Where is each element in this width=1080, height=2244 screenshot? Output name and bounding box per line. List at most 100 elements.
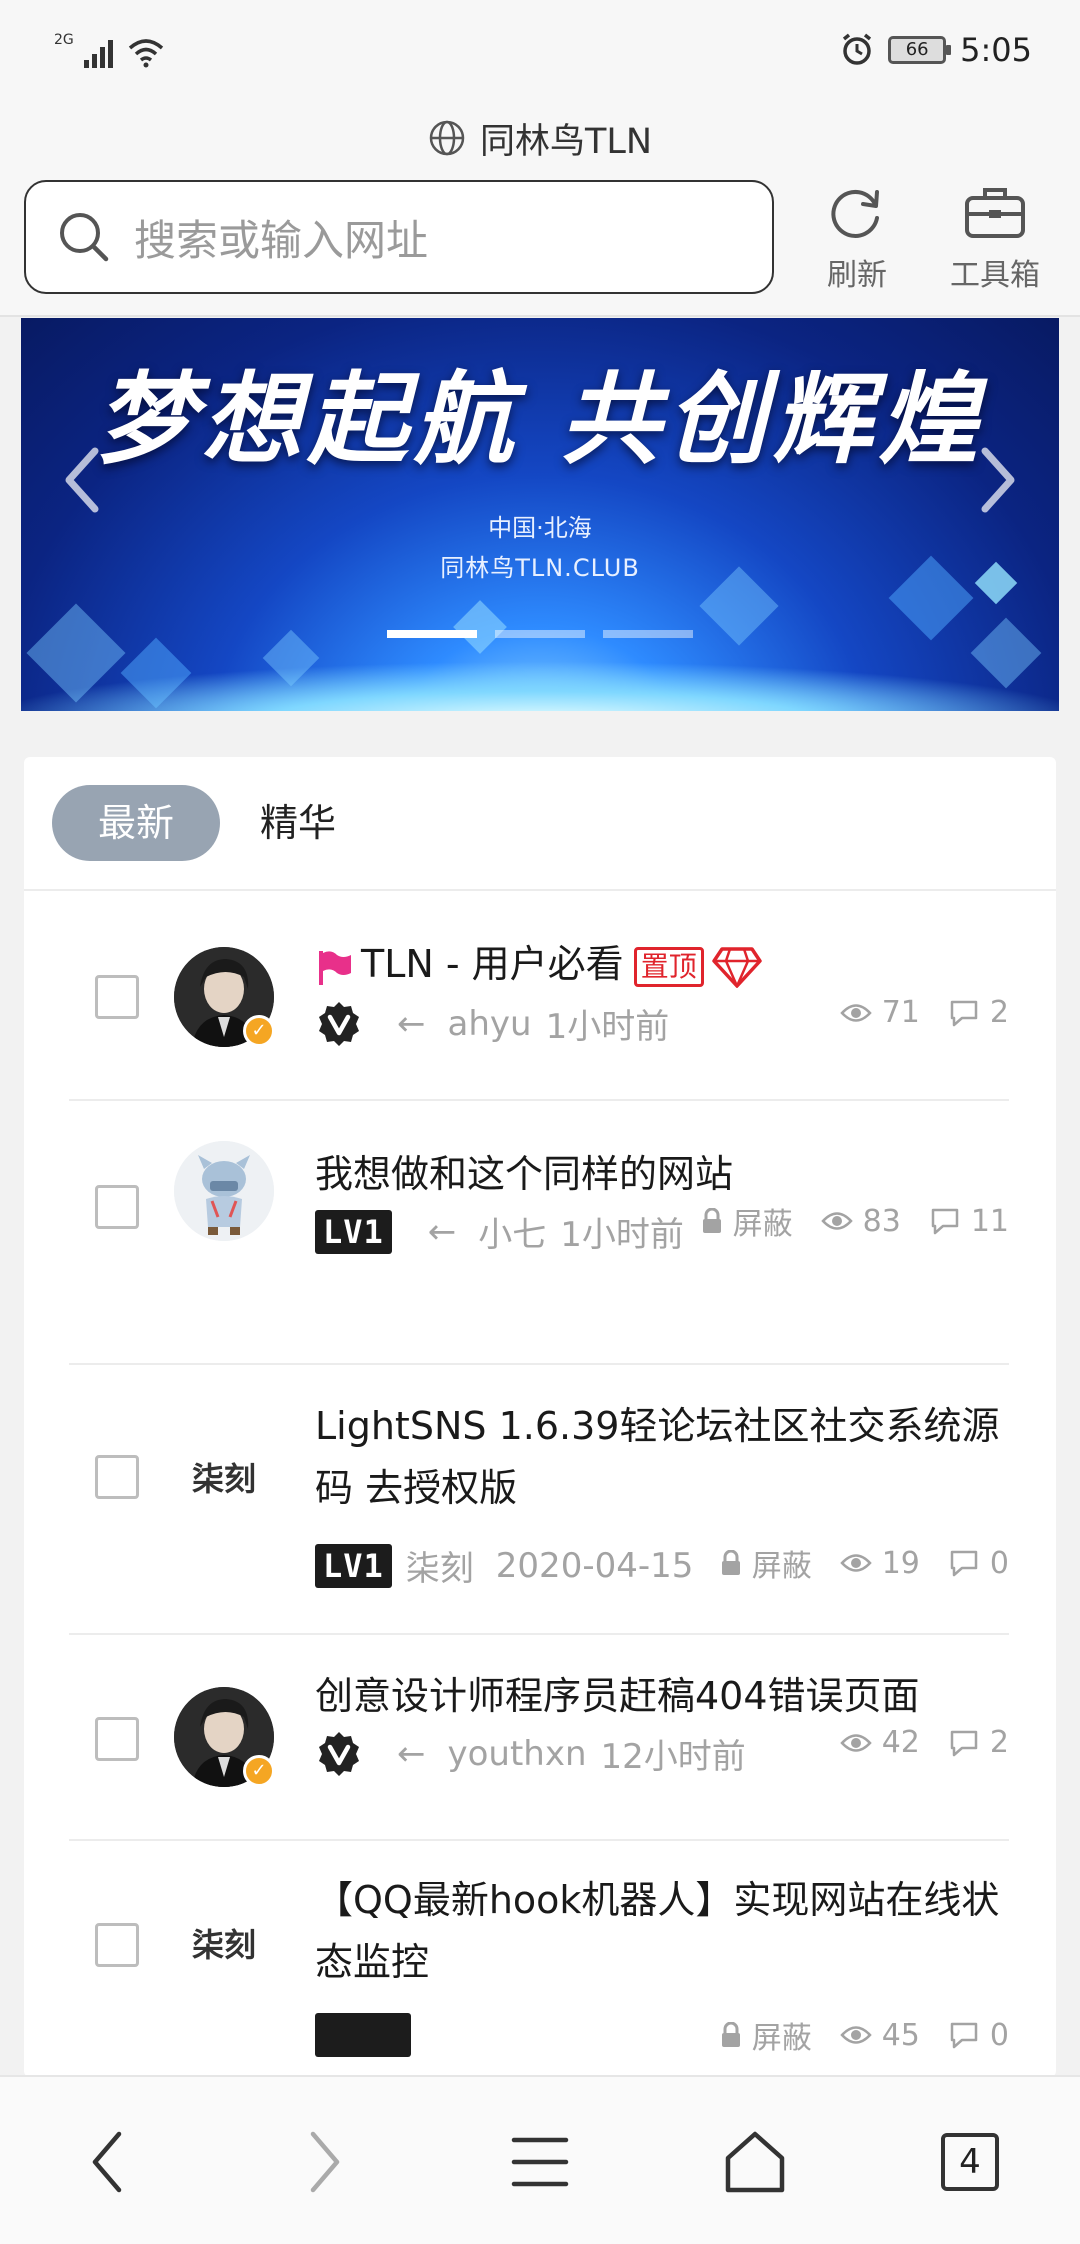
level-badge: LV1 bbox=[315, 1209, 392, 1254]
author-name[interactable]: ahyu bbox=[448, 1004, 532, 1044]
post-title-text: LightSNS 1.6.39轻论坛社区社交系统源码 去授权版 bbox=[315, 1404, 1000, 1510]
post-time: 1小时前 bbox=[560, 1215, 684, 1255]
comment-icon bbox=[950, 1730, 978, 1756]
author-name[interactable]: youthxn bbox=[448, 1734, 587, 1774]
post-title-text: TLN - 用户必看 bbox=[361, 942, 624, 986]
feed-tabs: 最新 精华 bbox=[24, 757, 1056, 891]
view-count: 45 bbox=[881, 2017, 920, 2053]
comment-icon bbox=[931, 1208, 959, 1235]
banner-next-button[interactable] bbox=[969, 438, 1029, 538]
reply-arrow: ← bbox=[427, 1211, 457, 1252]
post-title[interactable]: 创意设计师程序员赶稿404错误页面 bbox=[315, 1665, 1009, 1727]
tab-latest[interactable]: 最新 bbox=[52, 785, 220, 861]
search-input[interactable]: 搜索或输入网址 bbox=[24, 180, 774, 294]
refresh-button[interactable]: 刷新 bbox=[797, 182, 917, 294]
block-label[interactable]: 屏蔽 bbox=[733, 1199, 793, 1243]
post-title[interactable]: LightSNS 1.6.39轻论坛社区社交系统源码 去授权版 bbox=[315, 1395, 1009, 1519]
post-checkbox[interactable] bbox=[95, 1717, 139, 1761]
post-checkbox[interactable] bbox=[95, 1185, 139, 1229]
avatar[interactable] bbox=[174, 1141, 274, 1241]
bottom-nav: 4 bbox=[0, 2075, 1080, 2244]
block-label[interactable]: 屏蔽 bbox=[752, 2013, 812, 2057]
search-icon bbox=[60, 213, 109, 262]
toolbox-button[interactable]: 工具箱 bbox=[935, 182, 1055, 294]
eye-icon bbox=[840, 1733, 872, 1752]
comment-count: 2 bbox=[989, 995, 1009, 1030]
banner-decoration bbox=[453, 600, 507, 654]
lock-icon bbox=[721, 1550, 740, 1575]
hero-banner[interactable]: 梦想起航 共创辉煌 中国·北海 同林鸟TLN.CLUB bbox=[21, 318, 1059, 711]
banner-location: 中国·北海 bbox=[488, 514, 592, 542]
list-item[interactable]: 柒刻 【QQ最新hook机器人】实现网站在线状态监控 屏蔽 45 0 bbox=[69, 1841, 1009, 2077]
comment-icon bbox=[950, 2022, 978, 2049]
list-item[interactable]: ✓ TLN - 用户必看 置顶 ← ahyu 1小时前 71 2 bbox=[69, 891, 1009, 1101]
toolbox-label: 工具箱 bbox=[950, 258, 1040, 293]
feed-card: 最新 精华 ✓ TLN - 用户必看 置顶 ← ahyu 1小时前 71 2 我… bbox=[24, 757, 1056, 2077]
chevron-left-icon bbox=[65, 447, 99, 513]
flag-icon bbox=[319, 950, 351, 985]
tab-count: 4 bbox=[941, 2133, 999, 2191]
home-icon bbox=[725, 2131, 785, 2193]
banner-prev-button[interactable] bbox=[51, 438, 111, 538]
post-stats: 71 2 bbox=[840, 995, 1009, 1030]
post-stats: 屏蔽 19 0 bbox=[720, 1541, 1009, 1585]
comment-count: 0 bbox=[989, 1545, 1009, 1581]
clock: 5:05 bbox=[960, 31, 1032, 69]
status-right: 66 5:05 bbox=[840, 28, 1032, 72]
author-name[interactable]: 小七 bbox=[478, 1207, 546, 1256]
post-meta: LV1 柒刻 2020-04-15 bbox=[315, 1541, 693, 1590]
eye-icon bbox=[840, 1554, 872, 1572]
tab-featured[interactable]: 精华 bbox=[260, 785, 336, 861]
post-time: 12小时前 bbox=[600, 1737, 746, 1777]
verified-badge: ✓ bbox=[243, 1015, 275, 1047]
toolbox-icon bbox=[965, 188, 1025, 238]
view-count: 19 bbox=[881, 1545, 920, 1581]
wifi-icon bbox=[128, 39, 163, 68]
battery-indicator: 66 bbox=[888, 36, 952, 64]
author-name[interactable]: 柒刻 bbox=[406, 1541, 474, 1590]
home-button[interactable] bbox=[710, 2117, 800, 2207]
banner-headline: 梦想起航 共创辉煌 bbox=[95, 360, 985, 478]
block-label[interactable]: 屏蔽 bbox=[752, 1541, 812, 1585]
comment-count: 2 bbox=[989, 1725, 1009, 1760]
avatar[interactable]: 柒刻 bbox=[174, 1427, 274, 1527]
banner-dot[interactable] bbox=[603, 630, 693, 638]
post-checkbox[interactable] bbox=[95, 1923, 139, 1967]
post-title[interactable]: 我想做和这个同样的网站 bbox=[315, 1143, 1009, 1205]
view-count: 71 bbox=[881, 995, 920, 1030]
level-badge: LV1 bbox=[315, 1543, 392, 1588]
list-item[interactable]: ✓ 创意设计师程序员赶稿404错误页面 ← youthxn 12小时前 42 2 bbox=[69, 1635, 1009, 1841]
post-time: 1小时前 bbox=[545, 1007, 670, 1047]
globe-icon bbox=[429, 120, 465, 156]
avatar[interactable]: 柒刻 bbox=[174, 1893, 274, 1993]
tabs-button[interactable]: 4 bbox=[925, 2117, 1015, 2207]
site-title: 同林鸟TLN bbox=[479, 121, 653, 162]
alarm-icon bbox=[843, 33, 872, 65]
chevron-right-icon bbox=[310, 2131, 340, 2193]
list-item[interactable]: 柒刻 LightSNS 1.6.39轻论坛社区社交系统源码 去授权版 LV1 柒… bbox=[69, 1365, 1009, 1635]
search-placeholder: 搜索或输入网址 bbox=[134, 215, 429, 265]
lock-icon bbox=[702, 1208, 721, 1233]
post-time: 2020-04-15 bbox=[495, 1545, 694, 1586]
forward-button[interactable] bbox=[280, 2117, 370, 2207]
chevron-right-icon bbox=[981, 447, 1015, 513]
back-button[interactable] bbox=[62, 2117, 152, 2207]
post-checkbox[interactable] bbox=[95, 1455, 139, 1499]
view-count: 83 bbox=[862, 1203, 901, 1239]
menu-button[interactable] bbox=[495, 2117, 585, 2207]
post-checkbox[interactable] bbox=[95, 975, 139, 1019]
post-title[interactable]: 【QQ最新hook机器人】实现网站在线状态监控 bbox=[315, 1869, 1009, 1993]
lock-icon bbox=[721, 2022, 740, 2047]
comment-icon bbox=[950, 1550, 978, 1577]
comment-icon bbox=[950, 1000, 978, 1026]
list-item[interactable]: 我想做和这个同样的网站 LV1 ← 小七 1小时前 屏蔽 83 11 bbox=[69, 1101, 1009, 1365]
verified-badge: ✓ bbox=[243, 1755, 275, 1787]
post-title[interactable]: TLN - 用户必看 置顶 bbox=[315, 933, 1009, 995]
refresh-label: 刷新 bbox=[827, 258, 887, 293]
banner-dot[interactable] bbox=[495, 630, 585, 638]
level-badge bbox=[315, 2013, 411, 2057]
banner-pagination bbox=[387, 630, 693, 638]
banner-dot[interactable] bbox=[387, 630, 477, 638]
post-meta bbox=[315, 2013, 411, 2057]
pin-badge: 置顶 bbox=[633, 946, 704, 987]
